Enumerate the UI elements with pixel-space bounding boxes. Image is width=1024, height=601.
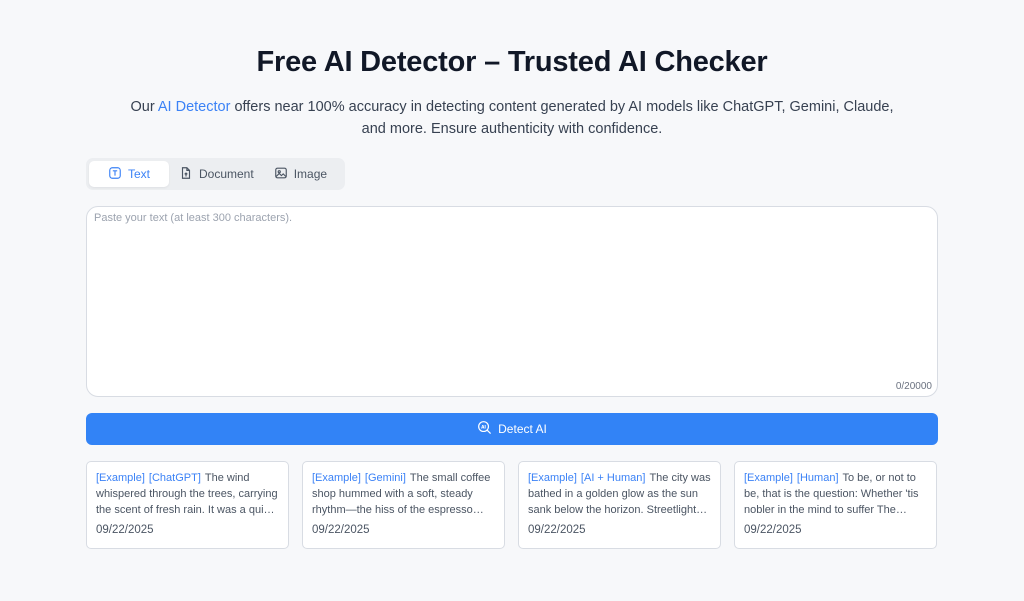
example-card-human[interactable]: [Example] [Human] To be, or not to be, tha… (734, 461, 937, 549)
example-card-text: [Example] [Gemini] The small coffee shop h… (312, 470, 495, 518)
model-tag: [Gemini] (364, 472, 406, 484)
character-counter: 0/20000 (895, 381, 932, 392)
page-subtitle: Our AI Detector offers near 100% accurac… (130, 96, 894, 140)
image-icon (274, 166, 288, 183)
example-tag: [Example] (744, 472, 793, 484)
example-card-text: [Example] [AI + Human] The city was bathed… (528, 470, 711, 518)
example-date: 09/22/2025 (312, 524, 370, 536)
example-date: 09/22/2025 (528, 524, 586, 536)
text-input[interactable] (87, 207, 937, 396)
example-card-text: [Example] [ChatGPT] The wind whispered thr… (96, 470, 279, 518)
text-input-box: 0/20000 (86, 206, 938, 397)
subtitle-prefix: Our (130, 99, 158, 115)
example-date: 09/22/2025 (96, 524, 154, 536)
model-tag: [AI + Human] (580, 472, 646, 484)
example-card-ai-human[interactable]: [Example] [AI + Human] The city was bathed… (518, 461, 721, 549)
example-card-chatgpt[interactable]: [Example] [ChatGPT] The wind whispered thr… (86, 461, 289, 549)
tab-text[interactable]: Text (89, 161, 169, 187)
example-cards: [Example] [ChatGPT] The wind whispered thr… (86, 461, 938, 549)
input-type-tabs: Text Document Image (86, 158, 345, 190)
example-card-text: [Example] [Human] To be, or not to be, tha… (744, 470, 927, 518)
tab-text-label: Text (127, 167, 150, 181)
tab-image[interactable]: Image (264, 161, 337, 187)
tab-image-label: Image (293, 167, 328, 181)
svg-text:AI: AI (481, 424, 486, 430)
document-icon (179, 166, 193, 183)
subtitle-rest: offers near 100% accuracy in detecting c… (230, 99, 894, 137)
ai-search-icon: AI (477, 420, 492, 438)
example-tag: [Example] (96, 472, 145, 484)
detect-ai-button[interactable]: AI Detect AI (86, 413, 938, 445)
example-tag: [Example] (312, 472, 361, 484)
model-tag: [ChatGPT] (148, 472, 201, 484)
example-card-gemini[interactable]: [Example] [Gemini] The small coffee shop h… (302, 461, 505, 549)
detect-ai-label: Detect AI (498, 422, 547, 436)
ai-detector-link[interactable]: AI Detector (158, 99, 231, 115)
tab-document[interactable]: Document (169, 161, 264, 187)
tab-document-label: Document (199, 167, 254, 181)
example-date: 09/22/2025 (744, 524, 802, 536)
text-icon (108, 166, 122, 183)
model-tag: [Human] (796, 472, 839, 484)
example-tag: [Example] (528, 472, 577, 484)
page-title: Free AI Detector – Trusted AI Checker (256, 46, 768, 78)
